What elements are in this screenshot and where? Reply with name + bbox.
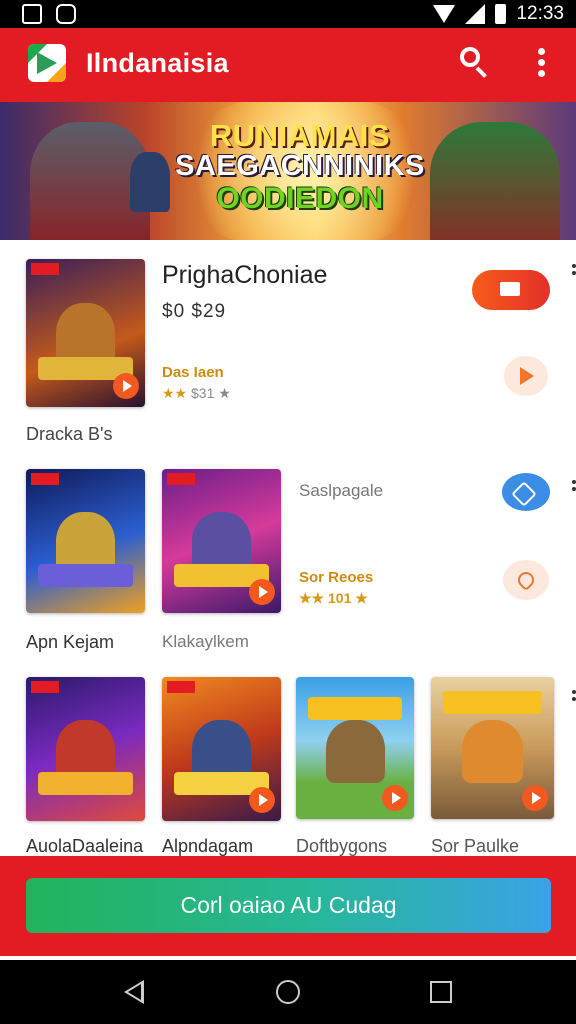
star-icon: ★★ bbox=[162, 385, 188, 401]
play-preview-button[interactable] bbox=[504, 356, 548, 396]
heart-icon bbox=[514, 568, 538, 592]
download-icon bbox=[22, 4, 42, 24]
overflow-indicator bbox=[572, 264, 576, 278]
overflow-indicator bbox=[572, 480, 576, 494]
tag-button[interactable] bbox=[502, 473, 550, 511]
game-thumbnail[interactable] bbox=[26, 469, 145, 613]
home-icon[interactable] bbox=[276, 980, 300, 1004]
featured-price: $0 $29 bbox=[162, 301, 227, 322]
star-icon: ★★ bbox=[299, 590, 325, 606]
battery-icon bbox=[495, 4, 507, 24]
wifi-icon bbox=[433, 5, 456, 23]
row2-side-label: Saslpagale bbox=[299, 481, 384, 500]
featured-caption: Dracka B's bbox=[26, 424, 113, 444]
banner-line-3: OODIEDON bbox=[216, 182, 384, 215]
install-button[interactable] bbox=[472, 270, 550, 310]
overflow-indicator bbox=[572, 690, 576, 704]
game-thumbnail[interactable] bbox=[162, 469, 281, 613]
play-icon[interactable] bbox=[249, 579, 275, 605]
play-icon[interactable] bbox=[249, 787, 275, 813]
install-icon bbox=[500, 282, 520, 296]
promo-banner[interactable]: RUNIAMAIS SAEGACNNINIKS OODIEDON bbox=[0, 102, 576, 240]
featured-developer: Das Iaen bbox=[162, 364, 224, 381]
banner-line-2: SAEGACNNINIKS bbox=[175, 150, 425, 182]
status-bar: 12:33 bbox=[0, 0, 576, 28]
signal-icon bbox=[465, 4, 486, 24]
play-icon[interactable] bbox=[382, 785, 408, 811]
row2-side-gold: Sor Reoes bbox=[299, 569, 374, 586]
banner-hero-right bbox=[430, 122, 560, 240]
game-label[interactable]: Klakaylkem bbox=[162, 632, 249, 652]
row2-rating: ★★ 101 ★ bbox=[299, 590, 368, 606]
game-thumbnail[interactable] bbox=[431, 677, 554, 819]
tag-icon bbox=[511, 481, 537, 507]
game-thumbnail[interactable] bbox=[162, 677, 281, 821]
game-label[interactable]: AuolaDaaleina bbox=[26, 836, 143, 857]
app-bar: Ilndanaisia bbox=[0, 28, 576, 102]
game-label[interactable]: Alpndagam bbox=[162, 836, 253, 857]
system-nav-bar bbox=[0, 960, 576, 1024]
featured-rating: ★★ $31 ★ bbox=[162, 385, 231, 401]
notification-icon bbox=[56, 4, 76, 24]
search-icon[interactable] bbox=[460, 47, 490, 79]
featured-title[interactable]: PrighaChoniae bbox=[162, 261, 327, 290]
game-thumbnail[interactable] bbox=[296, 677, 414, 819]
cta-button[interactable]: Corl oaiao AU Cudag bbox=[26, 878, 551, 933]
recent-apps-icon[interactable] bbox=[430, 981, 452, 1003]
game-label[interactable]: Sor Paulke bbox=[431, 836, 519, 857]
status-time: 12:33 bbox=[516, 3, 564, 24]
back-icon[interactable] bbox=[124, 980, 144, 1004]
game-thumbnail[interactable] bbox=[26, 677, 145, 821]
more-options-icon[interactable] bbox=[532, 46, 552, 80]
banner-hero-small bbox=[130, 152, 170, 212]
app-logo-icon bbox=[28, 44, 66, 82]
featured-game-thumbnail[interactable] bbox=[26, 259, 145, 407]
banner-line-1: RUNIAMAIS bbox=[209, 118, 391, 153]
game-label[interactable]: Apn Kejam bbox=[26, 632, 114, 653]
play-icon[interactable] bbox=[113, 373, 139, 399]
favorite-button[interactable] bbox=[503, 560, 549, 600]
star-icon: ★ bbox=[355, 590, 368, 606]
game-label[interactable]: Doftbygons bbox=[296, 836, 387, 857]
app-title: Ilndanaisia bbox=[86, 48, 229, 78]
star-icon: ★ bbox=[218, 385, 231, 401]
play-icon[interactable] bbox=[522, 785, 548, 811]
